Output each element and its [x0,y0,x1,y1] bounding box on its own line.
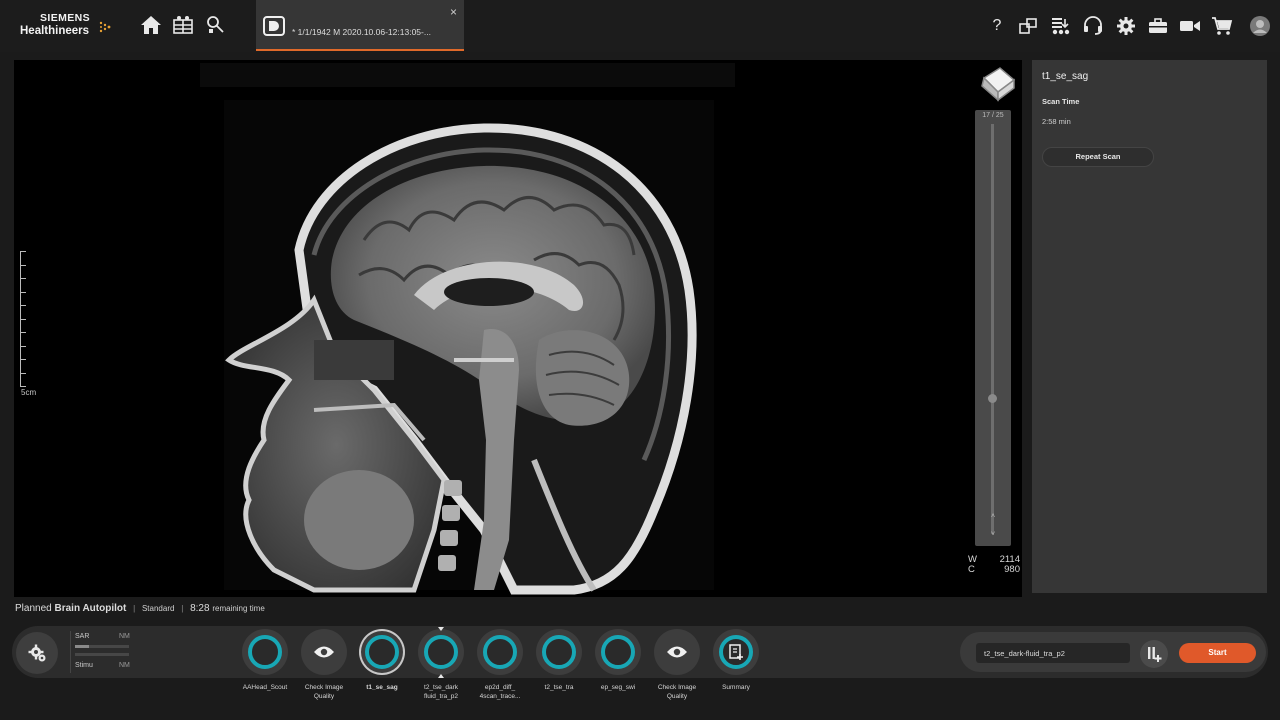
stim-bar [75,653,129,656]
ruler-label: 5cm [21,388,37,397]
top-bar: SIEMENS Healthineers * 1/1/1942 M 2020.1… [0,0,1280,52]
headset-icon[interactable] [1081,14,1105,38]
close-icon[interactable]: × [450,6,457,18]
slice-down-icon[interactable]: ˅ [975,531,1011,538]
scan-time-label: Scan Time [1042,97,1080,106]
queue-icon[interactable] [1049,14,1073,38]
summary-icon [729,644,743,660]
exam-tab[interactable]: * 1/1/1942 M 2020.10.06-12:13:05-... × [256,0,464,51]
patient-exam-icon [263,16,285,36]
workflow-step[interactable] [475,629,525,675]
status-separator: | [133,604,136,613]
scan-time-value: 2:58 min [1042,117,1071,126]
center-label: C [968,564,975,575]
program-name: Brain Autopilot [54,603,127,614]
start-button[interactable]: Start [1179,643,1256,663]
protocol-side-panel: t1_se_sag Scan Time 2:58 min Repeat Scan [1032,60,1267,593]
stim-value: NM [119,662,130,669]
workflow-step[interactable] [416,629,466,675]
scan-progress-ring [248,635,282,669]
step-label-line-2: Quality [666,693,688,700]
help-glyph: ? [992,17,1002,34]
siemens-healthineers-logo: SIEMENS Healthineers [18,12,118,40]
workflow-step-button[interactable] [477,629,523,675]
workflow-step-button[interactable] [242,629,288,675]
repeat-scan-button[interactable]: Repeat Scan [1042,147,1154,167]
stim-label: Stimu [75,662,93,669]
pause-add-icon [1148,647,1162,662]
workflow-step-button[interactable] [359,629,405,675]
logo-line-2: Healthineers [20,25,90,37]
windows-icon[interactable] [1016,14,1040,38]
status-line: Planned Brain Autopilot | Standard | 8:2… [15,603,265,614]
workflow-step-label: Summary [701,683,771,692]
next-protocol-field[interactable] [976,643,1130,663]
patient-search-icon[interactable] [202,12,228,38]
worklist-icon[interactable] [170,12,196,38]
workflow-step[interactable] [299,629,349,675]
exam-tab-label: * 1/1/1942 M 2020.10.06-12:13:05-... [292,27,431,37]
system-settings-button[interactable] [16,632,58,674]
toolbox-icon[interactable] [1146,14,1170,38]
settings-gear-icon[interactable] [1114,14,1138,38]
video-camera-icon[interactable] [1178,14,1202,38]
remaining-time: 8:28 [190,603,210,614]
eye-icon [314,646,334,658]
settings-cog-icon [28,644,46,662]
current-step-marker-bottom [438,674,444,678]
remaining-time-label: remaining time [212,604,265,613]
orientation-cube-icon[interactable] [976,66,1018,102]
logo-dots-icon [99,21,111,33]
sar-row: SAR NM [75,633,130,640]
step-label-line-2: Quality [313,693,335,700]
protocol-title: t1_se_sag [1042,71,1089,82]
workflow-step-button[interactable] [713,629,759,675]
scan-progress-ring [483,635,517,669]
user-avatar-icon[interactable] [1248,14,1272,38]
workflow-step[interactable] [357,629,407,675]
home-icon[interactable] [138,12,164,38]
scan-progress-ring [365,635,399,669]
workflow-step[interactable] [534,629,584,675]
scan-progress-ring [542,635,576,669]
center-value: 980 [1004,564,1020,575]
workflow-step-button[interactable] [536,629,582,675]
slice-indicator: 17 / 25 [982,112,1004,119]
workflow-step[interactable] [593,629,643,675]
workflow-step[interactable] [652,629,702,675]
eye-icon [667,646,687,658]
workflow-step-button[interactable] [595,629,641,675]
current-step-marker-top [438,627,444,631]
scan-progress-ring [424,635,458,669]
workflow-step[interactable] [240,629,290,675]
sar-value: NM [119,633,130,640]
workflow-step[interactable] [711,629,761,675]
slice-slider-thumb[interactable] [988,393,997,403]
workflow-step-button[interactable] [654,629,700,675]
scan-progress-ring [601,635,635,669]
pause-add-button[interactable] [1140,640,1168,668]
logo-line-1: SIEMENS [40,12,91,24]
step-label-line-1: Summary [722,684,750,691]
workflow-step-button[interactable] [418,629,464,675]
planned-label: Planned [15,603,52,614]
stim-row: Stimu NM [75,662,130,669]
step-label-line-2: 4scan_trace... [479,693,521,700]
mode-label: Standard [141,604,175,613]
mri-sagittal-brain-image [200,63,735,595]
workflow-step-button[interactable] [301,629,347,675]
sar-monitor: SAR NM Stimu NM [70,631,134,673]
status-separator: | [181,604,184,613]
summary-ring [719,635,753,669]
slice-up-icon[interactable]: ˄ [975,513,1011,520]
scale-ruler [20,251,32,387]
image-viewer[interactable]: 5cm 17 / 25 ˄ ˅ W 2114 C 980 [14,60,1022,597]
slice-slider[interactable] [975,110,1011,546]
sar-bar [75,645,129,648]
cart-icon[interactable] [1210,14,1234,38]
sar-label: SAR [75,633,90,640]
help-icon[interactable]: ? [985,14,1009,38]
